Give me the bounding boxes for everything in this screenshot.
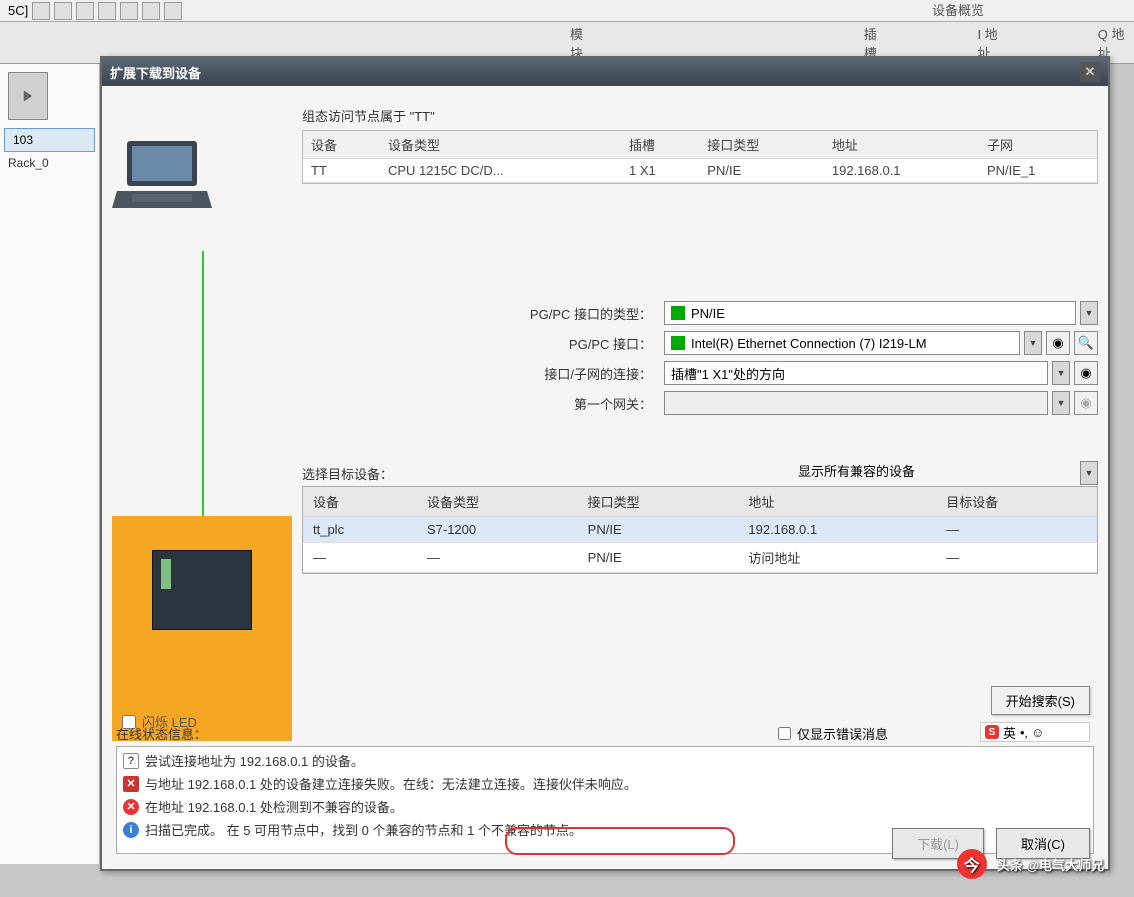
config-nodes-table: 设备 设备类型 插槽 接口类型 地址 子网 TT CPU 1215C DC/D.… [302, 130, 1098, 184]
download-dialog: 扩展下载到设备 ✕ 闪烁 LED 组态访问节点属于 "TT" [100, 56, 1110, 871]
settings-icon[interactable]: ◉ [1074, 361, 1098, 385]
col-device: 设备 [303, 487, 417, 517]
device-row[interactable]: — — PN/IE 访问地址 — [303, 543, 1097, 573]
start-search-button[interactable]: 开始搜索(S) [991, 686, 1090, 715]
conn-label: 接口/子网的连接： [502, 364, 652, 383]
pgpc-if-label: PG/PC 接口： [502, 334, 652, 353]
col-addr: 地址 [738, 487, 936, 517]
close-icon[interactable]: ✕ [1080, 62, 1100, 82]
pgpc-type-select[interactable]: PN/IE [664, 301, 1076, 325]
main-toolbar: 5C] 设备概览 [0, 0, 1134, 22]
sidebar: 103 Rack_0 [0, 64, 100, 864]
toolbar-icon[interactable] [76, 2, 94, 20]
col-device: 设备 [303, 131, 380, 159]
col-devtype: 设备类型 [417, 487, 578, 517]
toolbar-icon[interactable] [164, 2, 182, 20]
dropdown-arrow-icon [1052, 391, 1070, 415]
toolbar-icon[interactable] [32, 2, 50, 20]
col-target: 目标设备 [936, 487, 1097, 517]
dropdown-arrow-icon[interactable] [1024, 331, 1042, 355]
target-selector-row: 选择目标设备： 显示所有兼容的设备 [302, 461, 1098, 485]
error-icon: ✕ [123, 776, 139, 792]
col-iftype: 接口类型 [578, 487, 739, 517]
ime-lang: 英 [1003, 723, 1016, 742]
dialog-titlebar: 扩展下载到设备 ✕ [102, 58, 1108, 86]
connection-line [202, 251, 204, 531]
search-icon[interactable]: 🔍 [1074, 331, 1098, 355]
settings-icon[interactable]: ◉ [1046, 331, 1070, 355]
tree-item-103[interactable]: 103 [4, 128, 95, 152]
connection-form: PG/PC 接口的类型： PN/IE PG/PC 接口： Intel(R) Et… [502, 301, 1098, 421]
dropdown-arrow-icon[interactable] [1080, 301, 1098, 325]
config-row[interactable]: TT CPU 1215C DC/D... 1 X1 PN/IE 192.168.… [303, 159, 1097, 183]
plc-device-icon [152, 550, 252, 630]
device-row[interactable]: tt_plc S7-1200 PN/IE 192.168.0.1 — [303, 517, 1097, 543]
toutiao-icon: 今 [957, 849, 987, 879]
watermark-text: 头条 @电气大师兄 [997, 855, 1104, 874]
topology-column: 闪烁 LED [112, 96, 292, 696]
info-icon: i [123, 822, 139, 838]
pgpc-if-select[interactable]: Intel(R) Ethernet Connection (7) I219-LM [664, 331, 1020, 355]
target-label: 选择目标设备： [302, 464, 393, 483]
tree-rack-label[interactable]: Rack_0 [4, 152, 95, 174]
ime-indicator[interactable]: S 英 •‚ ☺ [980, 722, 1090, 742]
col-devtype: 设备类型 [380, 131, 621, 159]
toolbar-icon[interactable] [54, 2, 72, 20]
status-heading: 在线状态信息： [116, 724, 207, 743]
nav-arrow-button[interactable] [8, 72, 48, 120]
devices-table: 设备 设备类型 接口类型 地址 目标设备 tt_plc S7-1200 PN/I… [302, 486, 1098, 574]
toolbar-icon[interactable] [120, 2, 138, 20]
errors-only-label: 仅显示错误消息 [797, 724, 888, 743]
device-overview-label: 设备概览 [932, 0, 984, 19]
error-icon: ✕ [123, 799, 139, 815]
question-icon: ? [123, 753, 139, 769]
errors-only-checkbox[interactable] [778, 727, 791, 740]
dialog-title: 扩展下载到设备 [110, 63, 201, 82]
col-iftype: 接口类型 [699, 131, 824, 159]
title-fragment: 5C] [8, 3, 28, 18]
sogou-icon: S [985, 725, 999, 739]
dropdown-arrow-icon[interactable] [1080, 461, 1098, 485]
target-filter-select[interactable]: 显示所有兼容的设备 [798, 461, 1080, 485]
settings-icon[interactable]: ◉ [1074, 391, 1098, 415]
gateway-label: 第一个网关： [502, 394, 652, 413]
toolbar-icon[interactable] [98, 2, 116, 20]
laptop-icon [112, 136, 212, 216]
plc-highlight-box: 闪烁 LED [112, 516, 292, 741]
col-subnet: 子网 [979, 131, 1097, 159]
col-addr: 地址 [824, 131, 979, 159]
col-slot: 插槽 [621, 131, 699, 159]
pgpc-type-label: PG/PC 接口的类型： [502, 304, 652, 323]
conn-select[interactable]: 插槽"1 X1"处的方向 [664, 361, 1048, 385]
gateway-select [664, 391, 1048, 415]
watermark: 今 头条 @电气大师兄 [957, 849, 1104, 879]
toolbar-icon[interactable] [142, 2, 160, 20]
config-nodes-heading: 组态访问节点属于 "TT" [302, 106, 435, 125]
dropdown-arrow-icon[interactable] [1052, 361, 1070, 385]
